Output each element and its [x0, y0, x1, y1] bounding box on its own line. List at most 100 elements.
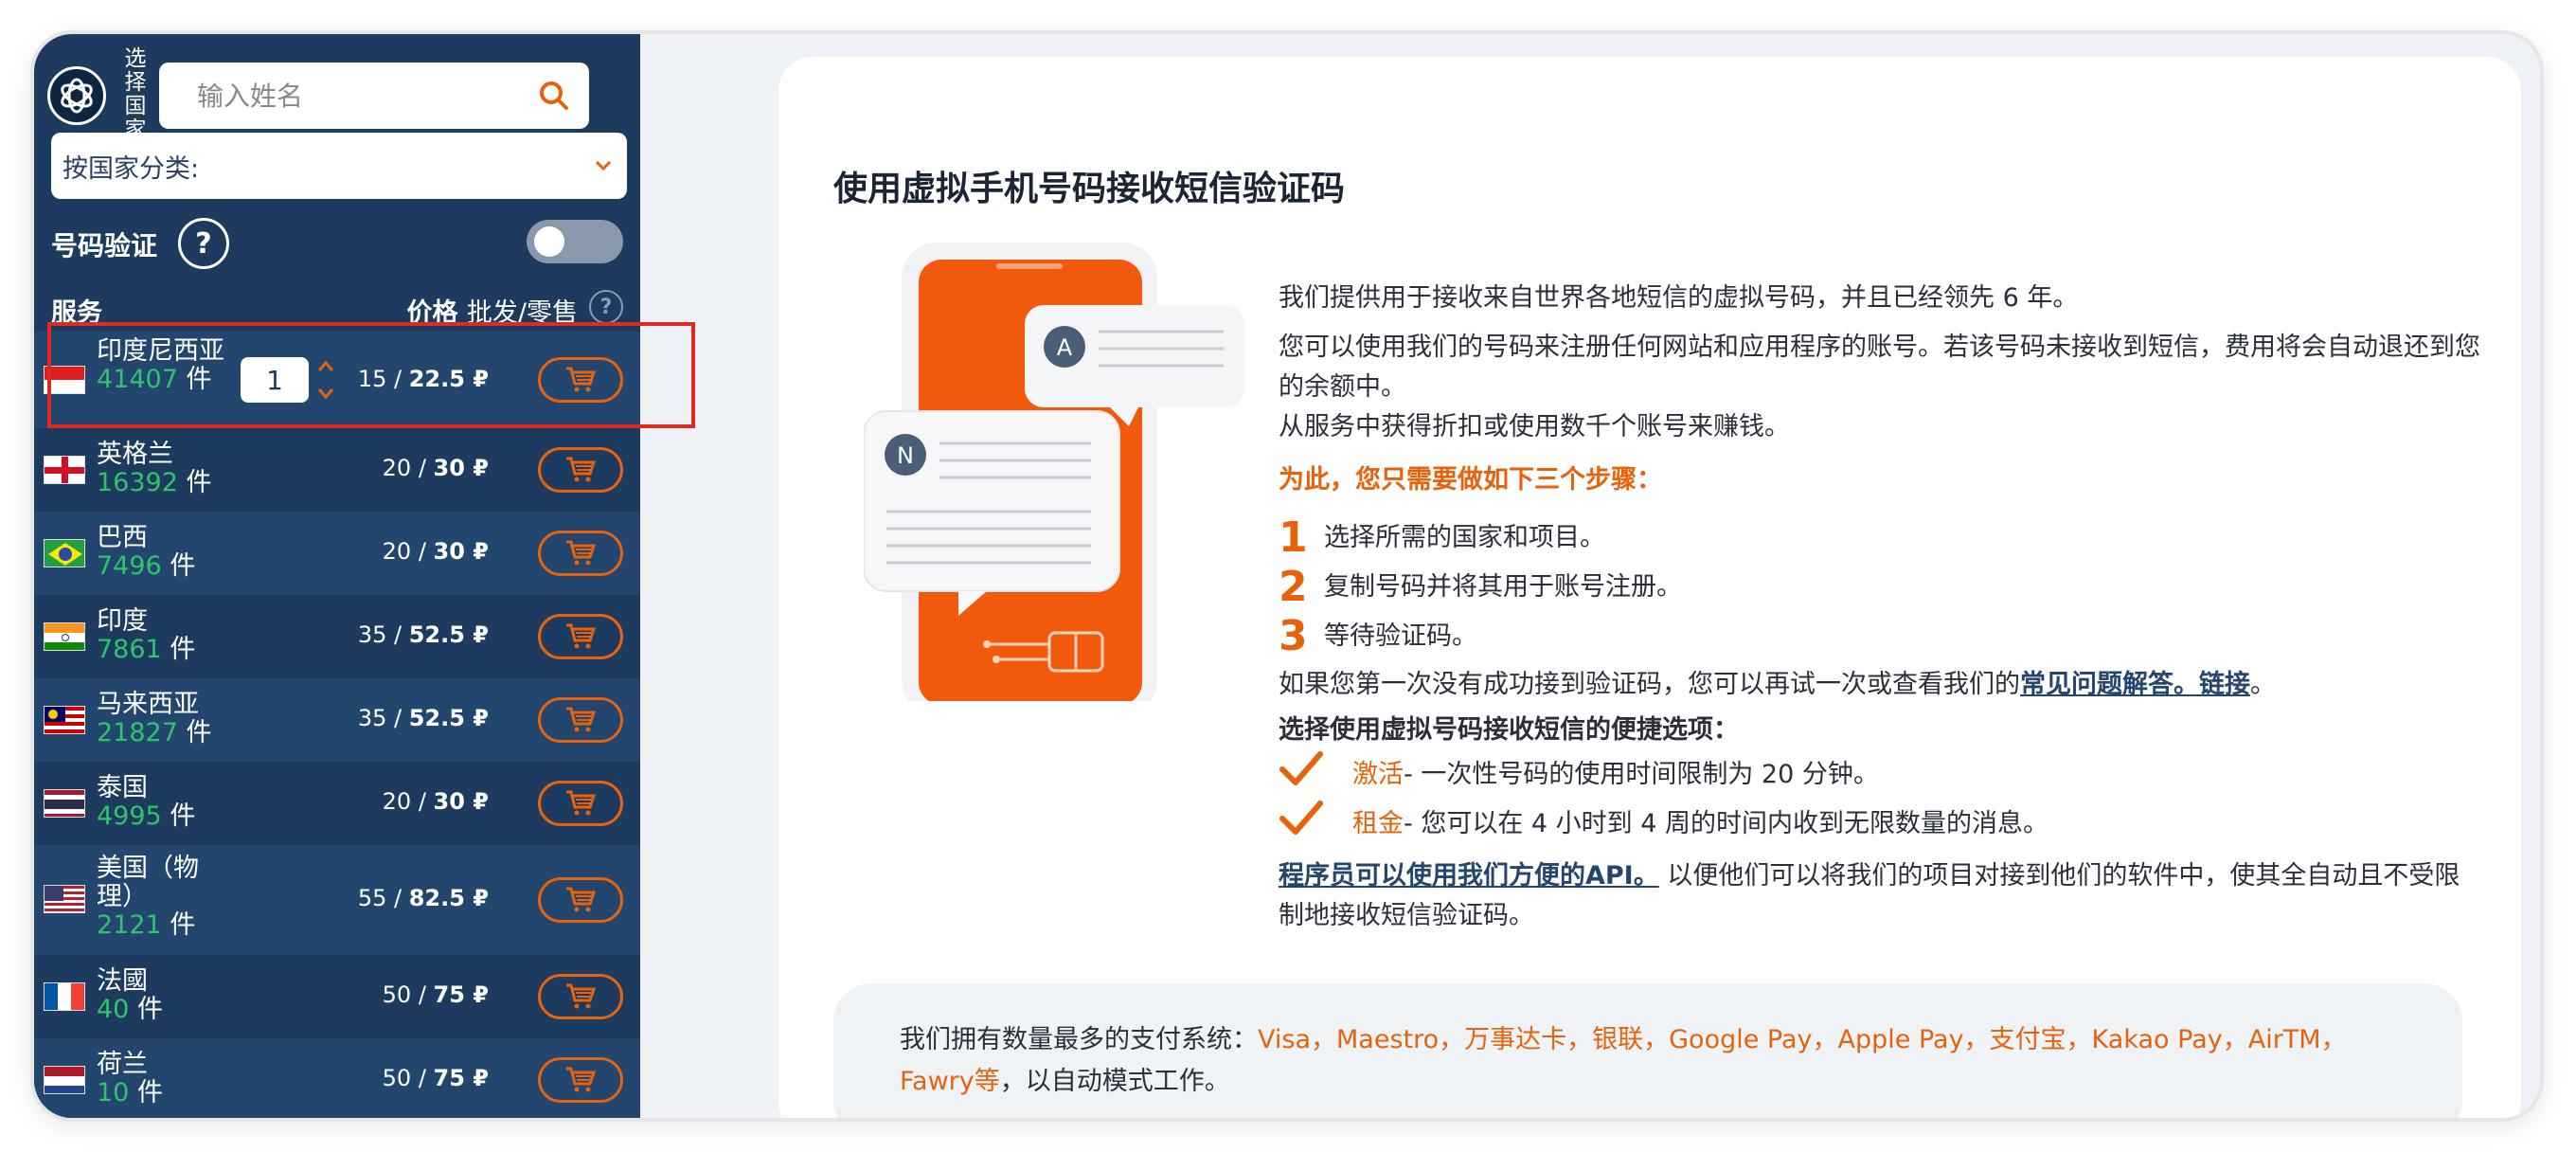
- rental-text: - 您可以在 4 小时到 4 周的时间内收到无限数量的消息。: [1404, 809, 2049, 838]
- price-retail: 75 ₽: [433, 981, 489, 1008]
- count-unit: 件: [186, 718, 212, 747]
- step-number: 3: [1279, 612, 1308, 660]
- price-wholesale: 35 /: [357, 621, 409, 648]
- price-cell: 35 / 52.5 ₽: [337, 621, 489, 648]
- app-frame: 选择国家 按国家分类: 号码验证 ? 服务 价格 批发/零售 ?: [34, 34, 2540, 1118]
- country-name-text: 马来西亚: [97, 690, 199, 719]
- country-row-brazil[interactable]: 巴西 7496 件 20 / 30 ₽: [34, 512, 640, 595]
- buy-button[interactable]: [538, 531, 623, 576]
- country-row-india[interactable]: 印度 7861 件 35 / 52.5 ₽: [34, 595, 640, 678]
- check-icon: [1279, 750, 1352, 801]
- price-retail: 75 ₽: [433, 1065, 489, 1091]
- flag-india-icon: [44, 622, 85, 651]
- cart-icon: [566, 887, 597, 912]
- faq-link[interactable]: 常见问题解答。链接: [2020, 670, 2250, 699]
- api-link[interactable]: 程序员可以使用我们方便的API。: [1279, 861, 1659, 891]
- step-3: 3 等待验证码。: [1279, 612, 2481, 661]
- retry-end: 。: [2250, 670, 2276, 699]
- api-paragraph: 程序员可以使用我们方便的API。 以便他们可以将我们的项目对接到他们的软件中，使…: [1279, 856, 2481, 936]
- country-name-text: 法國: [97, 966, 148, 996]
- buy-button[interactable]: [538, 781, 623, 826]
- step-text: 选择所需的国家和项目。: [1324, 523, 1605, 552]
- country-name-text: 巴西: [97, 523, 148, 552]
- country-count: 16392 件: [97, 469, 229, 497]
- price-wholesale: 35 /: [357, 705, 409, 731]
- activation-keyword: 激活: [1352, 760, 1404, 789]
- country-name-text: 印度: [97, 606, 148, 636]
- country-count: 7496 件: [97, 552, 229, 581]
- steps-heading: 为此，您只需要做如下三个步骤：: [1279, 465, 1662, 495]
- price-cell: 20 / 30 ₽: [337, 455, 489, 481]
- country-row-france[interactable]: 法國 40 件 50 / 75 ₽: [34, 955, 640, 1038]
- number-verify-label: 号码验证: [51, 230, 158, 261]
- cart-icon: [566, 707, 597, 732]
- payment-lead: 我们拥有数量最多的支付系统：: [900, 1025, 1258, 1054]
- country-name: 泰国 4995 件: [97, 774, 229, 831]
- price-retail: 30 ₽: [433, 455, 489, 481]
- openai-logo-icon[interactable]: [47, 66, 106, 125]
- info-panel: 使用虚拟手机号码接收短信验证码 A N 我们提供用于接收来自世界各地短信的虚拟号…: [778, 57, 2521, 1118]
- flag-thailand-icon: [44, 789, 85, 818]
- buy-button[interactable]: [538, 974, 623, 1019]
- price-retail: 30 ₽: [433, 788, 489, 815]
- count-number: 4995: [97, 801, 162, 831]
- count-unit: 件: [170, 910, 196, 940]
- country-row-england[interactable]: 英格兰 16392 件 20 / 30 ₽: [34, 428, 640, 512]
- retry-text: 如果您第一次没有成功接到验证码，您可以再试一次或查看我们的: [1279, 670, 2020, 699]
- search-input[interactable]: [197, 80, 538, 112]
- count-unit: 件: [186, 468, 212, 497]
- sidebar: 选择国家 按国家分类: 号码验证 ? 服务 价格 批发/零售 ?: [34, 34, 640, 1118]
- country-row-thailand[interactable]: 泰国 4995 件 20 / 30 ₽: [34, 762, 640, 845]
- discount-paragraph: 从服务中获得折扣或使用数千个账号来赚钱。: [1279, 412, 1790, 441]
- price-help-icon[interactable]: ?: [589, 290, 623, 324]
- selection-highlight: [47, 322, 695, 428]
- count-unit: 件: [170, 801, 196, 831]
- help-button[interactable]: ?: [178, 218, 229, 269]
- number-verify-row: 号码验证 ?: [51, 214, 627, 277]
- step-text: 复制号码并将其用于账号注册。: [1324, 572, 1682, 602]
- count-unit: 件: [170, 635, 196, 664]
- count-unit: 件: [136, 995, 163, 1024]
- toggle-knob: [534, 226, 564, 257]
- country-row-usa[interactable]: 美国（物理） 2121 件 55 / 82.5 ₽: [34, 845, 640, 955]
- search-icon[interactable]: [538, 80, 570, 116]
- buy-button[interactable]: [538, 614, 623, 659]
- step-number: 2: [1279, 563, 1308, 611]
- phone-illustration: A N: [863, 237, 1261, 716]
- country-filter-label: 按国家分类:: [63, 153, 200, 184]
- flag-malaysia-icon: [44, 706, 85, 734]
- country-name: 荷兰 10 件: [97, 1051, 229, 1107]
- price-retail: 52.5 ₽: [408, 705, 489, 731]
- price-wholesale: 50 /: [382, 1065, 434, 1091]
- count-number: 10: [97, 1078, 130, 1107]
- payment-tail: ，以自动模式工作。: [999, 1067, 1230, 1096]
- cart-icon: [566, 623, 597, 649]
- buy-button[interactable]: [538, 1057, 623, 1103]
- country-name: 英格兰 16392 件: [97, 441, 229, 497]
- count-number: 7496: [97, 551, 162, 581]
- buy-button[interactable]: [538, 697, 623, 743]
- country-row-malaysia[interactable]: 马来西亚 21827 件 35 / 52.5 ₽: [34, 678, 640, 762]
- price-wholesale: 50 /: [382, 981, 434, 1008]
- badge-n: N: [897, 442, 914, 469]
- verify-toggle[interactable]: [527, 220, 623, 263]
- price-retail: 82.5 ₽: [408, 885, 489, 911]
- count-number: 16392: [97, 468, 178, 497]
- cart-icon: [566, 540, 597, 566]
- payment-systems-box: 我们拥有数量最多的支付系统：Visa，Maestro，万事达卡，银联，Googl…: [833, 983, 2462, 1118]
- country-row-netherlands[interactable]: 荷兰 10 件 50 / 75 ₽: [34, 1038, 640, 1118]
- country-count: 21827 件: [97, 719, 229, 747]
- country-count: 40 件: [97, 996, 229, 1024]
- payment-list-tail: Fawry等: [900, 1067, 1000, 1096]
- price-wholesale: 20 /: [382, 788, 434, 815]
- retry-paragraph: 如果您第一次没有成功接到验证码，您可以再试一次或查看我们的常见问题解答。链接。: [1279, 665, 2481, 705]
- count-number: 21827: [97, 718, 178, 747]
- country-name: 法國 40 件: [97, 967, 229, 1024]
- price-cell: 20 / 30 ₽: [337, 788, 489, 815]
- cart-icon: [566, 457, 597, 482]
- buy-button[interactable]: [538, 447, 623, 493]
- country-filter-select[interactable]: 按国家分类:: [51, 133, 627, 199]
- buy-button[interactable]: [538, 877, 623, 923]
- price-cell: 35 / 52.5 ₽: [337, 705, 489, 731]
- country-name: 印度 7861 件: [97, 607, 229, 664]
